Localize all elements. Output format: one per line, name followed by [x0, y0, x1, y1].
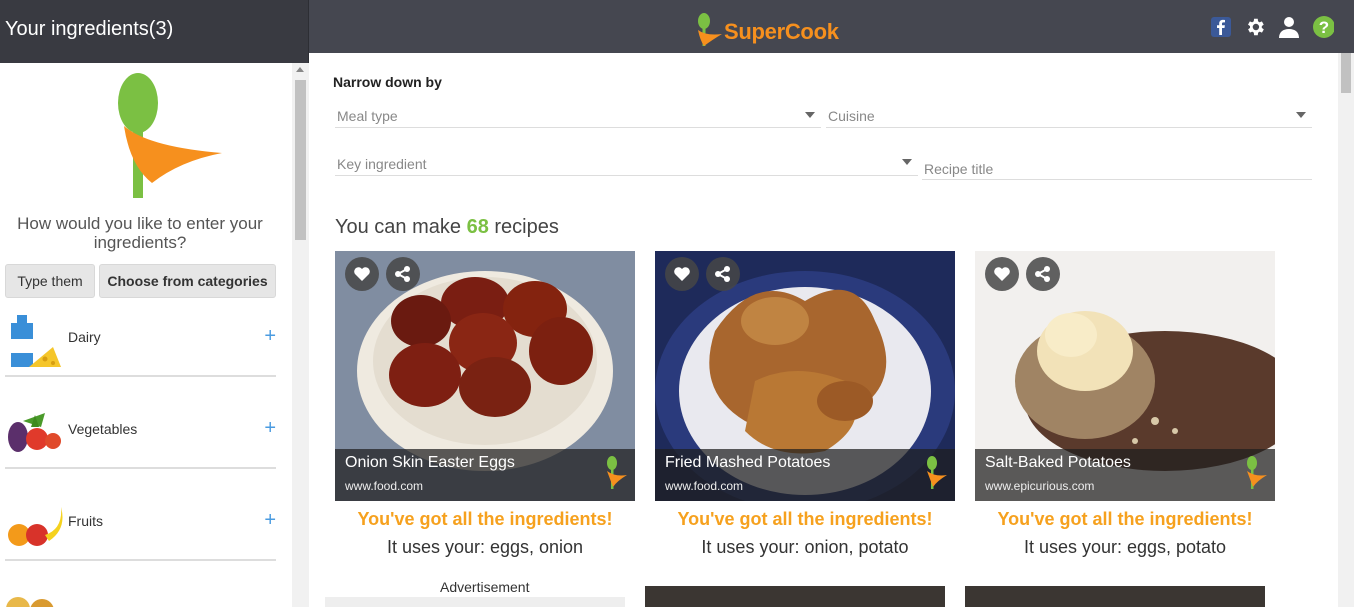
supercook-badge-icon: [1247, 456, 1267, 489]
count-number: 68: [466, 216, 489, 238]
chevron-down-icon: [1296, 112, 1306, 118]
narrow-down-label: Narrow down by: [333, 74, 442, 90]
dairy-icon: [11, 315, 61, 367]
recipe-source[interactable]: www.food.com: [665, 479, 743, 493]
category-label: Dairy: [68, 329, 101, 345]
gear-icon[interactable]: [1244, 16, 1266, 38]
brand-name: SuperCook: [724, 19, 839, 44]
heart-icon: [354, 267, 370, 281]
recipe-card[interactable]: Fried Mashed Potatoes www.food.com: [655, 251, 955, 501]
recipe-card-next[interactable]: [645, 586, 945, 607]
recipe-title[interactable]: Salt-Baked Potatoes: [985, 454, 1131, 472]
svg-text:?: ?: [1319, 18, 1329, 37]
sidebar-scrollbar[interactable]: [292, 63, 309, 607]
main-scroll-thumb[interactable]: [1341, 53, 1351, 93]
spoon-logo-icon: [698, 13, 722, 46]
ingredients-header: Your ingredients(3): [0, 0, 309, 63]
chevron-down-icon: [902, 159, 912, 165]
top-icons: ?: [1210, 16, 1334, 38]
advertisement-label: Advertisement: [440, 579, 530, 595]
heart-icon: [994, 267, 1010, 281]
recipe-count: You can make 68 recipes: [335, 216, 559, 239]
cuisine-select[interactable]: Cuisine: [826, 104, 1312, 128]
supercook-badge-icon: [927, 456, 947, 489]
category-vegetables[interactable]: Vegetables +: [5, 399, 276, 469]
ingredients-title: Your ingredients(3): [5, 18, 174, 40]
recipe-source[interactable]: www.food.com: [345, 479, 423, 493]
cuisine-placeholder: Cuisine: [828, 108, 875, 124]
fruits-icon: [8, 507, 63, 546]
all-ingredients-status: You've got all the ingredients!: [677, 509, 933, 529]
share-icon: [715, 266, 730, 282]
expand-plus-icon[interactable]: +: [264, 325, 276, 348]
category-fruits[interactable]: Fruits +: [5, 491, 276, 561]
recipe-title-placeholder: Recipe title: [924, 161, 994, 177]
user-icon[interactable]: [1278, 16, 1300, 38]
scroll-up-icon[interactable]: [296, 67, 304, 72]
recipe-title[interactable]: Onion Skin Easter Eggs: [345, 454, 515, 472]
count-prefix: You can make: [335, 216, 462, 238]
favorite-button[interactable]: [345, 257, 379, 291]
category-label: Fruits: [68, 513, 103, 529]
recipe-title-input[interactable]: Recipe title: [922, 156, 1312, 180]
share-button[interactable]: [386, 257, 420, 291]
advertisement-slot[interactable]: [325, 597, 625, 607]
recipe-caption: Salt-Baked Potatoes www.epicurious.com: [975, 449, 1275, 501]
share-button[interactable]: [1026, 257, 1060, 291]
meal-type-select[interactable]: Meal type: [335, 104, 821, 128]
recipe-caption: Onion Skin Easter Eggs www.food.com: [335, 449, 635, 501]
category-partial-icon: [6, 597, 54, 607]
recipe-card[interactable]: Salt-Baked Potatoes www.epicurious.com: [975, 251, 1275, 501]
favorite-button[interactable]: [985, 257, 1019, 291]
supercook-badge-icon: [607, 456, 627, 489]
count-suffix: recipes: [494, 216, 559, 238]
all-ingredients-status: You've got all the ingredients!: [357, 509, 613, 529]
recipe-card[interactable]: Onion Skin Easter Eggs www.food.com: [335, 251, 635, 501]
category-dairy[interactable]: Dairy +: [5, 307, 276, 377]
recipe-source[interactable]: www.epicurious.com: [985, 479, 1094, 493]
expand-plus-icon[interactable]: +: [264, 417, 276, 440]
share-icon: [395, 266, 410, 282]
recipe-card-next[interactable]: [965, 586, 1265, 607]
vegetables-icon: [8, 413, 61, 452]
recipe-caption: Fried Mashed Potatoes www.food.com: [655, 449, 955, 501]
sidebar: How would you like to enter your ingredi…: [0, 63, 309, 607]
category-label: Vegetables: [68, 421, 138, 437]
share-icon: [1035, 266, 1050, 282]
key-ingredient-select[interactable]: Key ingredient: [335, 152, 918, 176]
facebook-icon[interactable]: [1210, 16, 1232, 38]
sidebar-scroll-thumb[interactable]: [295, 80, 306, 240]
chevron-down-icon: [805, 112, 815, 118]
favorite-button[interactable]: [665, 257, 699, 291]
all-ingredients-status: You've got all the ingredients!: [997, 509, 1253, 529]
uses-ingredients: It uses your: eggs, onion: [386, 537, 584, 557]
uses-ingredients: It uses your: onion, potato: [701, 537, 909, 557]
expand-plus-icon[interactable]: +: [264, 509, 276, 532]
supercook-logo[interactable]: SuperCook: [696, 12, 839, 48]
type-them-button[interactable]: Type them: [5, 264, 95, 298]
entry-question: How would you like to enter your ingredi…: [17, 214, 263, 252]
recipe-title[interactable]: Fried Mashed Potatoes: [665, 454, 830, 472]
main-scrollbar[interactable]: [1338, 53, 1354, 607]
spoon-mascot-icon: [118, 73, 222, 198]
help-icon[interactable]: ?: [1312, 16, 1334, 38]
share-button[interactable]: [706, 257, 740, 291]
key-ingredient-placeholder: Key ingredient: [337, 156, 427, 172]
choose-categories-button[interactable]: Choose from categories: [99, 264, 276, 298]
uses-ingredients: It uses your: eggs, potato: [1023, 537, 1227, 557]
heart-icon: [674, 267, 690, 281]
meal-type-placeholder: Meal type: [337, 108, 398, 124]
